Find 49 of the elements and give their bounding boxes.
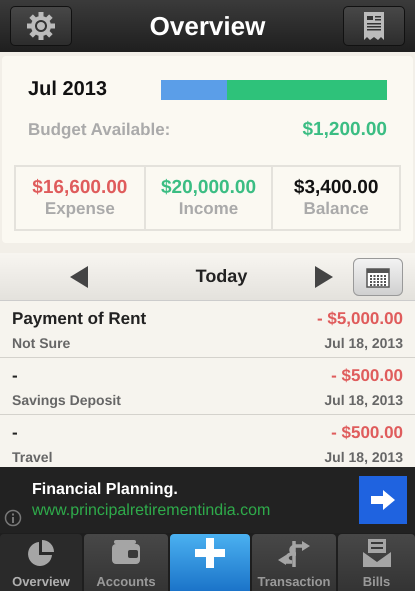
transaction-title: Payment of Rent [12, 309, 146, 329]
transaction-date: Jul 18, 2013 [324, 449, 403, 465]
total-label: Balance [304, 199, 369, 219]
transaction-category: Travel [12, 449, 52, 465]
settings-button[interactable] [10, 6, 72, 46]
next-arrow-icon[interactable] [314, 266, 333, 288]
plus-icon [195, 538, 225, 568]
settings-icon [27, 12, 55, 40]
transaction-title: - [12, 423, 18, 443]
date-label: Today [196, 266, 248, 287]
transaction-row[interactable]: Payment of Rent - $5,000.00 Not Sure Jul 18, 2013 [0, 301, 415, 358]
month-label: Jul 2013 [28, 78, 107, 101]
transaction-category: Not Sure [12, 335, 70, 351]
receipt-icon [362, 11, 386, 41]
screen-title: Overview [150, 10, 266, 42]
transaction-date: Jul 18, 2013 [324, 392, 403, 408]
total-label: Income [178, 199, 238, 219]
transaction-row[interactable]: - - $500.00 Travel Jul 18, 2013 [0, 415, 415, 467]
transaction-title: - [12, 366, 18, 386]
tab-bar-item[interactable]: Transaction [252, 534, 336, 591]
ad-banner[interactable]: Financial Planning. www.principalretirementindia.com [0, 467, 415, 533]
transaction-amount: - $500.00 [331, 423, 403, 443]
total-amount: $20,000.00 [160, 177, 256, 199]
ad-go-button[interactable] [359, 476, 407, 524]
transaction-row[interactable]: - - $500.00 Savings Deposit Jul 18, 2013 [0, 358, 415, 415]
tab-bar-item[interactable]: Accounts [84, 534, 168, 591]
pie-chart-icon [26, 538, 56, 568]
calendar-button[interactable] [352, 258, 403, 296]
budget-value: $1,200.00 [302, 119, 387, 141]
transaction-amount: - $500.00 [331, 366, 403, 386]
transaction-date: Jul 18, 2013 [324, 335, 403, 351]
add-button[interactable] [170, 534, 250, 591]
previous-arrow-icon[interactable] [70, 266, 88, 288]
ad-title: Financial Planning. [32, 480, 179, 498]
wallet-icon [110, 538, 142, 566]
budget-label: Budget Available: [28, 120, 170, 140]
calendar-icon [366, 266, 390, 288]
envelope-document-icon [362, 538, 392, 568]
transaction-category: Savings Deposit [12, 392, 121, 408]
ad-link[interactable]: www.principalretirementindia.com [32, 502, 270, 520]
total-amount: $16,600.00 [32, 177, 128, 199]
tab-bar-item[interactable]: Bills [338, 534, 415, 591]
tab-bar-item[interactable]: Overview [0, 534, 82, 591]
total-amount: $3,400.00 [294, 177, 378, 199]
arrow-right-icon [371, 490, 395, 510]
total-label: Expense [44, 199, 115, 219]
receipt-button[interactable] [342, 6, 405, 46]
info-icon[interactable] [4, 509, 22, 527]
transaction-amount: - $5,000.00 [316, 309, 403, 329]
